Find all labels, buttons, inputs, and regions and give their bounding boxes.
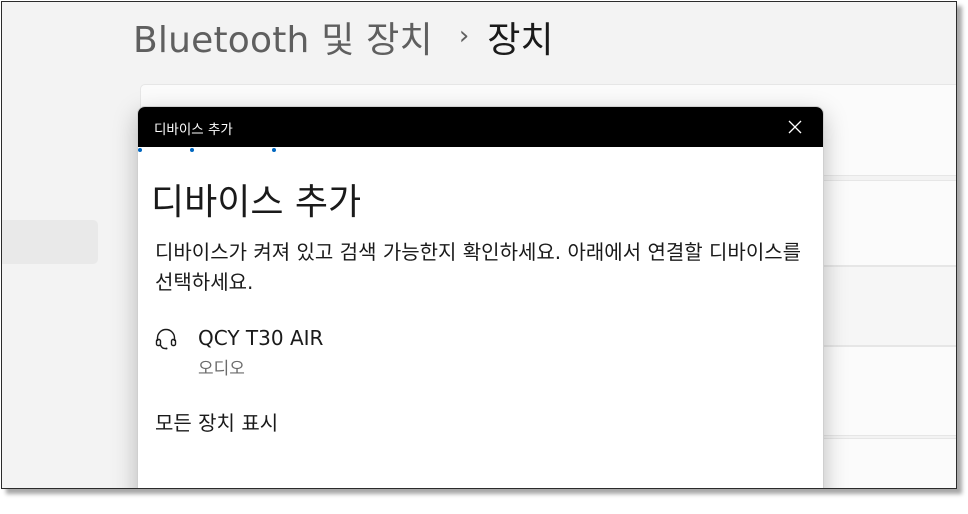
dialog-titlebar: 디바이스 추가 — [138, 107, 823, 147]
progress-dot — [272, 148, 276, 152]
sidebar-selected-item[interactable] — [2, 220, 98, 264]
dialog-title: 디바이스 추가 — [154, 122, 233, 138]
close-icon — [788, 120, 802, 134]
show-all-devices-link[interactable]: 모든 장치 표시 — [155, 407, 278, 436]
add-device-dialog: 디바이스 추가 디바이스 추가 디바이스가 켜져 있고 검색 가능한지 확인하세… — [137, 106, 824, 488]
dialog-heading: 디바이스 추가 — [151, 182, 362, 223]
breadcrumb-separator: › — [458, 21, 470, 51]
headset-icon — [155, 328, 177, 350]
progress-dot — [138, 148, 142, 152]
dialog-description: 디바이스가 켜져 있고 검색 가능한지 확인하세요. 아래에서 연결할 디바이스… — [155, 240, 802, 294]
close-button[interactable] — [781, 113, 809, 141]
device-name: QCY T30 AIR — [198, 326, 324, 350]
device-type: 오디오 — [198, 359, 245, 379]
progress-dot — [190, 148, 194, 152]
searching-progress-indicator — [138, 147, 298, 153]
breadcrumb-parent-link[interactable]: Bluetooth 및 장치 — [133, 11, 433, 63]
breadcrumb: Bluetooth 및 장치 › 장치 — [133, 12, 553, 62]
page-title: 장치 — [487, 20, 554, 61]
settings-window: Bluetooth 및 장치 › 장치 디바이스 추가 디바이스 추가 디바이스… — [1, 1, 957, 489]
device-list-item[interactable]: QCY T30 AIR 오디오 — [148, 319, 808, 379]
